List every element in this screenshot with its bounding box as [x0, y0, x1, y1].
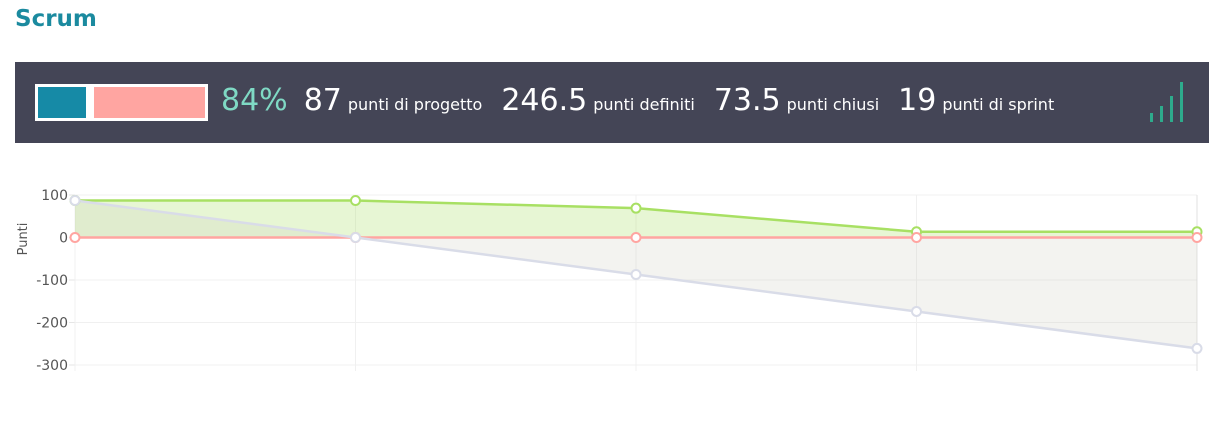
data-point [911, 305, 922, 317]
y-tick-label: -100 [36, 273, 68, 289]
page-title: Scrum [15, 6, 97, 32]
data-point [1191, 342, 1203, 354]
stats-bar: 84% 87 punti di progetto 246.5 punti def… [15, 62, 1209, 143]
data-point [69, 195, 81, 207]
data-point [69, 232, 81, 243]
defined-points-value: 246.5 [501, 83, 588, 118]
closed-points-value: 73.5 [713, 83, 781, 118]
y-tick-label: -300 [36, 358, 68, 374]
chart-svg: 100 0 -100 -200 -300 Punti [16, 188, 1203, 374]
project-points-value: 87 [303, 83, 342, 118]
data-point [1191, 232, 1203, 243]
y-tick-label: 100 [41, 188, 68, 204]
progress-remaining-segment [94, 87, 205, 118]
data-point [630, 232, 642, 243]
data-point [630, 202, 642, 214]
progress-percent: 84% [221, 83, 288, 118]
defined-points-label: punti definiti [593, 95, 695, 114]
data-point [350, 232, 361, 243]
progress-bar [35, 84, 208, 121]
progress-done-segment [38, 87, 86, 118]
data-point [630, 268, 642, 280]
data-point [350, 195, 361, 207]
sprint-points-value: 19 [898, 83, 937, 118]
sprint-points-label: punti di sprint [942, 95, 1055, 114]
y-tick-label: 0 [59, 231, 68, 247]
stats-row: 84% 87 punti di progetto 246.5 punti def… [221, 83, 1073, 118]
project-points-label: punti di progetto [347, 95, 483, 114]
data-point [911, 232, 922, 243]
burndown-chart: 100 0 -100 -200 -300 Punti [0, 160, 1226, 433]
y-axis-title: Punti [16, 223, 31, 256]
signal-bars-icon[interactable] [1146, 82, 1190, 124]
y-tick-label: -200 [36, 316, 68, 332]
closed-points-label: punti chiusi [786, 95, 880, 114]
